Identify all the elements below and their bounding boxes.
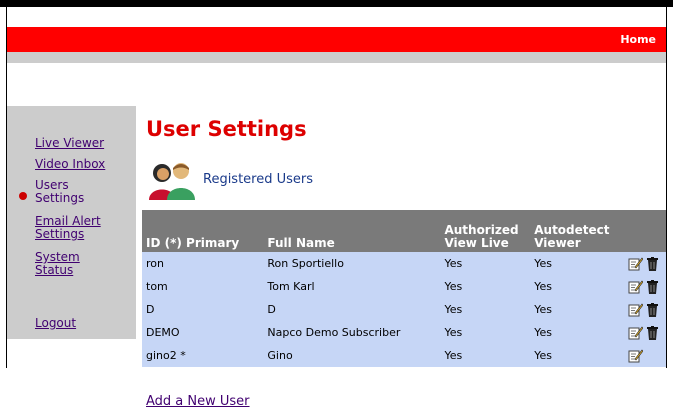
cell-autodetect: Yes [530,298,624,321]
bullet-icon [19,192,27,200]
cell-id: ron [142,252,264,275]
window-top-border [0,0,673,7]
cell-actions [624,321,666,344]
cell-id: gino2 * [142,344,264,367]
trash-icon[interactable] [647,256,662,271]
cell-actions [624,344,666,367]
col-view-live: Authorized View Live [440,210,531,252]
cell-view-live: Yes [440,275,531,298]
cell-id: tom [142,275,264,298]
registered-users-label: Registered Users [203,172,314,187]
edit-icon[interactable] [628,303,647,316]
header-separator [7,52,666,63]
cell-view-live: Yes [440,321,531,344]
cell-full-name: Tom Karl [263,275,441,298]
trash-icon[interactable] [647,302,662,317]
edit-icon[interactable] [628,349,647,362]
sidebar-item-users-settings[interactable]: Users Settings [35,179,95,205]
edit-icon[interactable] [628,280,647,293]
cell-full-name: D [263,298,441,321]
cell-autodetect: Yes [530,275,624,298]
cell-id: D [142,298,264,321]
page-title: User Settings [146,117,307,141]
trash-icon[interactable] [647,325,662,340]
window-right-border [666,7,667,409]
cell-autodetect: Yes [530,321,624,344]
table-row: DEMO Napco Demo Subscriber Yes Yes [142,321,666,344]
cell-id: DEMO [142,321,264,344]
trash-icon[interactable] [647,279,662,294]
edit-icon[interactable] [628,326,647,339]
sidebar-item-live-viewer[interactable]: Live Viewer [35,137,104,150]
table-row: gino2 * Gino Yes Yes [142,344,666,367]
cell-view-live: Yes [440,252,531,275]
sidebar-item-video-inbox[interactable]: Video Inbox [35,158,105,171]
cell-full-name: Napco Demo Subscriber [263,321,441,344]
sidebar-item-email-alert-settings[interactable]: Email Alert Settings [35,215,107,241]
sidebar-item-system-status[interactable]: System Status [35,251,95,277]
sidebar-nav: Live Viewer Video Inbox Users Settings E… [7,106,136,339]
cell-full-name: Gino [263,344,441,367]
edit-icon[interactable] [628,257,647,270]
col-actions [624,210,666,252]
cell-actions [624,252,666,275]
cell-autodetect: Yes [530,252,624,275]
add-user-link[interactable]: Add a New User [146,394,250,409]
cell-view-live: Yes [440,344,531,367]
header-bar: Home [7,27,666,52]
cell-actions [624,298,666,321]
sidebar-item-logout[interactable]: Logout [35,317,76,330]
cell-actions [624,275,666,298]
col-full-name: Full Name [263,210,441,252]
table-row: ron Ron Sportiello Yes Yes [142,252,666,275]
cell-autodetect: Yes [530,344,624,367]
users-table: ID (*) Primary Full Name Authorized View… [142,210,666,367]
users-icon [149,163,195,200]
col-id: ID (*) Primary [142,210,264,252]
table-row: tom Tom Karl Yes Yes [142,275,666,298]
home-link[interactable]: Home [620,33,656,46]
cell-view-live: Yes [440,298,531,321]
col-autodetect: Autodetect Viewer [530,210,624,252]
cell-full-name: Ron Sportiello [263,252,441,275]
table-header-row: ID (*) Primary Full Name Authorized View… [142,210,666,252]
table-row: D D Yes Yes [142,298,666,321]
